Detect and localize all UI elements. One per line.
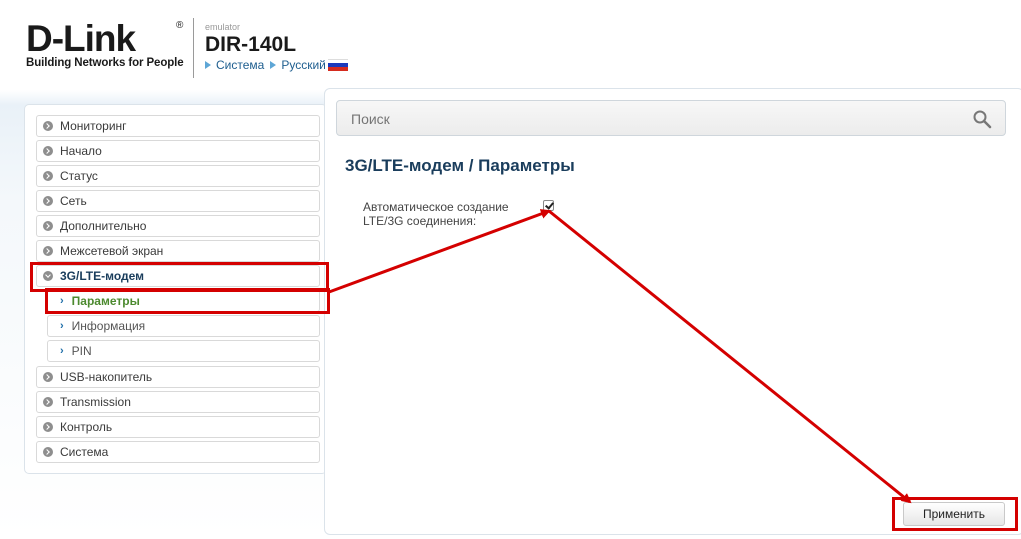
system-link[interactable]: Система <box>216 58 264 72</box>
submenu-item-pin[interactable]: › PIN <box>47 340 320 362</box>
menu-item-firewall[interactable]: Межсетевой экран <box>36 240 320 262</box>
submenu-item-parameters[interactable]: › Параметры <box>47 290 320 312</box>
menu-item-label: Начало <box>60 144 102 158</box>
emulator-label: emulator <box>205 22 241 32</box>
auto-connect-label: Автоматическое создание LTE/3G соединени… <box>363 200 509 228</box>
menu-item-label: Система <box>60 445 109 459</box>
arrow-circle-icon <box>43 121 53 131</box>
menu-item-transmission[interactable]: Transmission <box>36 391 320 413</box>
menu-item-label: USB-накопитель <box>60 370 153 384</box>
menu-item-label: Контроль <box>60 420 113 434</box>
page-title: 3G/LTE-модем / Параметры <box>345 156 575 175</box>
chevron-right-icon: › <box>60 345 64 357</box>
menu-item-monitoring[interactable]: Мониторинг <box>36 115 320 137</box>
chevron-down-icon <box>43 271 53 281</box>
header-links: Система Русский <box>205 58 348 72</box>
arrow-circle-icon <box>43 372 53 382</box>
menu-item-3g-lte-modem[interactable]: 3G/LTE-модем <box>36 265 320 287</box>
arrow-circle-icon <box>43 447 53 457</box>
menu-item-label: 3G/LTE-модем <box>60 269 145 283</box>
search-input[interactable] <box>337 101 973 137</box>
device-model: DIR-140L <box>205 33 297 56</box>
submenu-item-label: Параметры <box>71 294 140 308</box>
menu-item-start[interactable]: Начало <box>36 140 320 162</box>
arrow-circle-icon <box>43 146 53 156</box>
arrow-circle-icon <box>43 221 53 231</box>
language-link[interactable]: Русский <box>281 58 326 72</box>
chevron-right-icon: › <box>60 295 64 307</box>
auto-connect-checkbox[interactable] <box>543 200 554 211</box>
chevron-right-icon: › <box>60 320 64 332</box>
menu-item-label: Статус <box>60 169 98 183</box>
search-icon[interactable] <box>972 109 992 129</box>
registered-mark-icon: ® <box>176 20 184 31</box>
menu-item-label: Сеть <box>60 194 87 208</box>
menu-item-label: Дополнительно <box>60 219 147 233</box>
russian-flag-icon <box>327 59 348 71</box>
search-box <box>336 100 1006 137</box>
submenu-item-information[interactable]: › Информация <box>47 315 320 337</box>
menu-item-status[interactable]: Статус <box>36 165 320 187</box>
menu-item-network[interactable]: Сеть <box>36 190 320 212</box>
content-panel: 3G/LTE-модем / Параметры Автоматическое … <box>324 88 1021 535</box>
apply-button[interactable]: Применить <box>903 502 1005 526</box>
arrow-circle-icon <box>43 171 53 181</box>
sidebar-menu: Мониторинг Начало Статус Сеть Дополнител… <box>24 104 327 474</box>
menu-item-advanced[interactable]: Дополнительно <box>36 215 320 237</box>
arrow-circle-icon <box>43 246 53 256</box>
menu-item-label: Transmission <box>60 395 131 409</box>
arrow-circle-icon <box>43 397 53 407</box>
arrow-circle-icon <box>43 196 53 206</box>
submenu-item-label: PIN <box>71 344 92 358</box>
dlink-logo: D-Link ® Building Networks for People <box>26 20 186 69</box>
menu-item-system[interactable]: Система <box>36 441 320 463</box>
menu-item-usb-storage[interactable]: USB-накопитель <box>36 366 320 388</box>
triangle-right-icon <box>270 61 277 69</box>
arrow-circle-icon <box>43 422 53 432</box>
submenu-item-label: Информация <box>71 319 146 333</box>
logo-wordmark: D-Link <box>26 18 136 59</box>
menu-item-label: Межсетевой экран <box>60 244 164 258</box>
header-divider <box>193 18 194 78</box>
triangle-right-icon <box>205 61 211 69</box>
menu-item-label: Мониторинг <box>60 119 127 133</box>
menu-item-control[interactable]: Контроль <box>36 416 320 438</box>
